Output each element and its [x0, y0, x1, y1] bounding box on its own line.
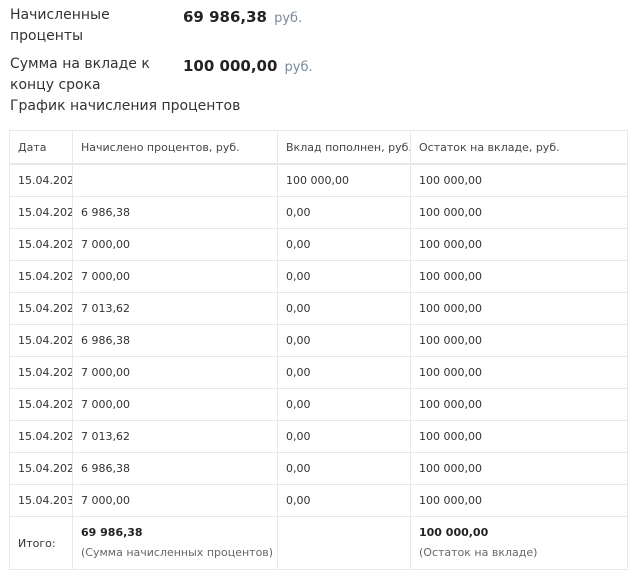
- cell-interest: 7 013,62: [72, 292, 278, 325]
- column-header-topup: Вклад пополнен, руб.: [277, 130, 411, 165]
- cell-interest: 6 986,38: [72, 196, 278, 229]
- cell-date: 15.04.2028: [9, 420, 73, 453]
- cell-balance: 100 000,00: [410, 484, 628, 517]
- cell-balance: 100 000,00: [410, 292, 628, 325]
- cell-balance: 100 000,00: [410, 228, 628, 261]
- cell-topup: 0,00: [277, 292, 411, 325]
- cell-interest: 7 000,00: [72, 484, 278, 517]
- table-row: 15.04.2028 7 013,62 0,00 100 000,00: [9, 420, 628, 453]
- summary-total-amount: 100 000,00: [183, 57, 278, 75]
- cell-topup: 0,00: [277, 484, 411, 517]
- cell-balance: 100 000,00: [410, 324, 628, 357]
- table-row: 15.04.2030 7 000,00 0,00 100 000,00: [9, 484, 628, 517]
- summary-interest-value: 69 986,38 руб.: [183, 5, 302, 31]
- cell-topup: 0,00: [277, 388, 411, 421]
- summary-interest-unit: руб.: [274, 11, 303, 26]
- cell-topup: 0,00: [277, 452, 411, 485]
- table-row: 15.04.2026 7 000,00 0,00 100 000,00: [9, 356, 628, 389]
- cell-topup: 0,00: [277, 228, 411, 261]
- total-topup-cell: [277, 516, 411, 570]
- cell-balance: 100 000,00: [410, 163, 628, 197]
- cell-date: 15.04.2020: [9, 163, 73, 197]
- cell-interest: 6 986,38: [72, 452, 278, 485]
- cell-date: 15.04.2024: [9, 292, 73, 325]
- column-header-date: Дата: [9, 130, 73, 165]
- cell-interest: 7 000,00: [72, 228, 278, 261]
- summary-total-unit: руб.: [284, 60, 313, 75]
- cell-topup: 0,00: [277, 260, 411, 293]
- total-interest-value: 69 986,38: [81, 526, 143, 539]
- cell-balance: 100 000,00: [410, 388, 628, 421]
- cell-interest: 7 000,00: [72, 388, 278, 421]
- table-header-row: Дата Начислено процентов, руб. Вклад поп…: [9, 130, 628, 165]
- total-balance-cell: 100 000,00 (Остаток на вкладе): [410, 516, 628, 570]
- summary-total-value: 100 000,00 руб.: [183, 54, 313, 80]
- column-header-interest: Начислено процентов, руб.: [72, 130, 278, 165]
- cell-balance: 100 000,00: [410, 260, 628, 293]
- table-row: 15.04.2024 7 013,62 0,00 100 000,00: [9, 292, 628, 325]
- cell-balance: 100 000,00: [410, 420, 628, 453]
- cell-topup: 0,00: [277, 196, 411, 229]
- cell-topup: 100 000,00: [277, 163, 411, 197]
- table-row: 15.04.2022 7 000,00 0,00 100 000,00: [9, 228, 628, 261]
- cell-interest: 7 000,00: [72, 260, 278, 293]
- cell-balance: 100 000,00: [410, 452, 628, 485]
- table-row: 15.04.2025 6 986,38 0,00 100 000,00: [9, 324, 628, 357]
- cell-interest: 7 000,00: [72, 356, 278, 389]
- cell-balance: 100 000,00: [410, 196, 628, 229]
- table-row: 15.04.2027 7 000,00 0,00 100 000,00: [9, 388, 628, 421]
- table-row: 15.04.2023 7 000,00 0,00 100 000,00: [9, 260, 628, 293]
- cell-date: 15.04.2029: [9, 452, 73, 485]
- table-row: 15.04.2029 6 986,38 0,00 100 000,00: [9, 452, 628, 485]
- schedule-table: Дата Начислено процентов, руб. Вклад поп…: [9, 130, 628, 570]
- table-row: 15.04.2020 100 000,00 100 000,00: [9, 163, 628, 197]
- total-label: Итого:: [9, 516, 73, 570]
- summary-interest-amount: 69 986,38: [183, 8, 267, 26]
- table-total-row: Итого: 69 986,38 (Сумма начисленных проц…: [9, 516, 628, 570]
- cell-topup: 0,00: [277, 420, 411, 453]
- cell-date: 15.04.2021: [9, 196, 73, 229]
- cell-date: 15.04.2023: [9, 260, 73, 293]
- cell-topup: 0,00: [277, 356, 411, 389]
- cell-date: 15.04.2026: [9, 356, 73, 389]
- total-interest-cell: 69 986,38 (Сумма начисленных процентов): [72, 516, 278, 570]
- cell-topup: 0,00: [277, 324, 411, 357]
- total-balance-value: 100 000,00: [419, 526, 489, 539]
- summary-interest-label: Начисленные проценты: [10, 7, 110, 44]
- schedule-title: График начисления процентов: [10, 98, 241, 114]
- total-interest-note: (Сумма начисленных процентов): [81, 546, 274, 559]
- summary-total-label: Сумма на вкладе к концу срока: [10, 56, 150, 93]
- cell-interest: [72, 163, 278, 197]
- cell-interest: 6 986,38: [72, 324, 278, 357]
- cell-date: 15.04.2022: [9, 228, 73, 261]
- cell-date: 15.04.2030: [9, 484, 73, 517]
- cell-date: 15.04.2027: [9, 388, 73, 421]
- column-header-balance: Остаток на вкладе, руб.: [410, 130, 628, 165]
- cell-date: 15.04.2025: [9, 324, 73, 357]
- cell-balance: 100 000,00: [410, 356, 628, 389]
- cell-interest: 7 013,62: [72, 420, 278, 453]
- total-balance-note: (Остаток на вкладе): [419, 546, 538, 559]
- table-row: 15.04.2021 6 986,38 0,00 100 000,00: [9, 196, 628, 229]
